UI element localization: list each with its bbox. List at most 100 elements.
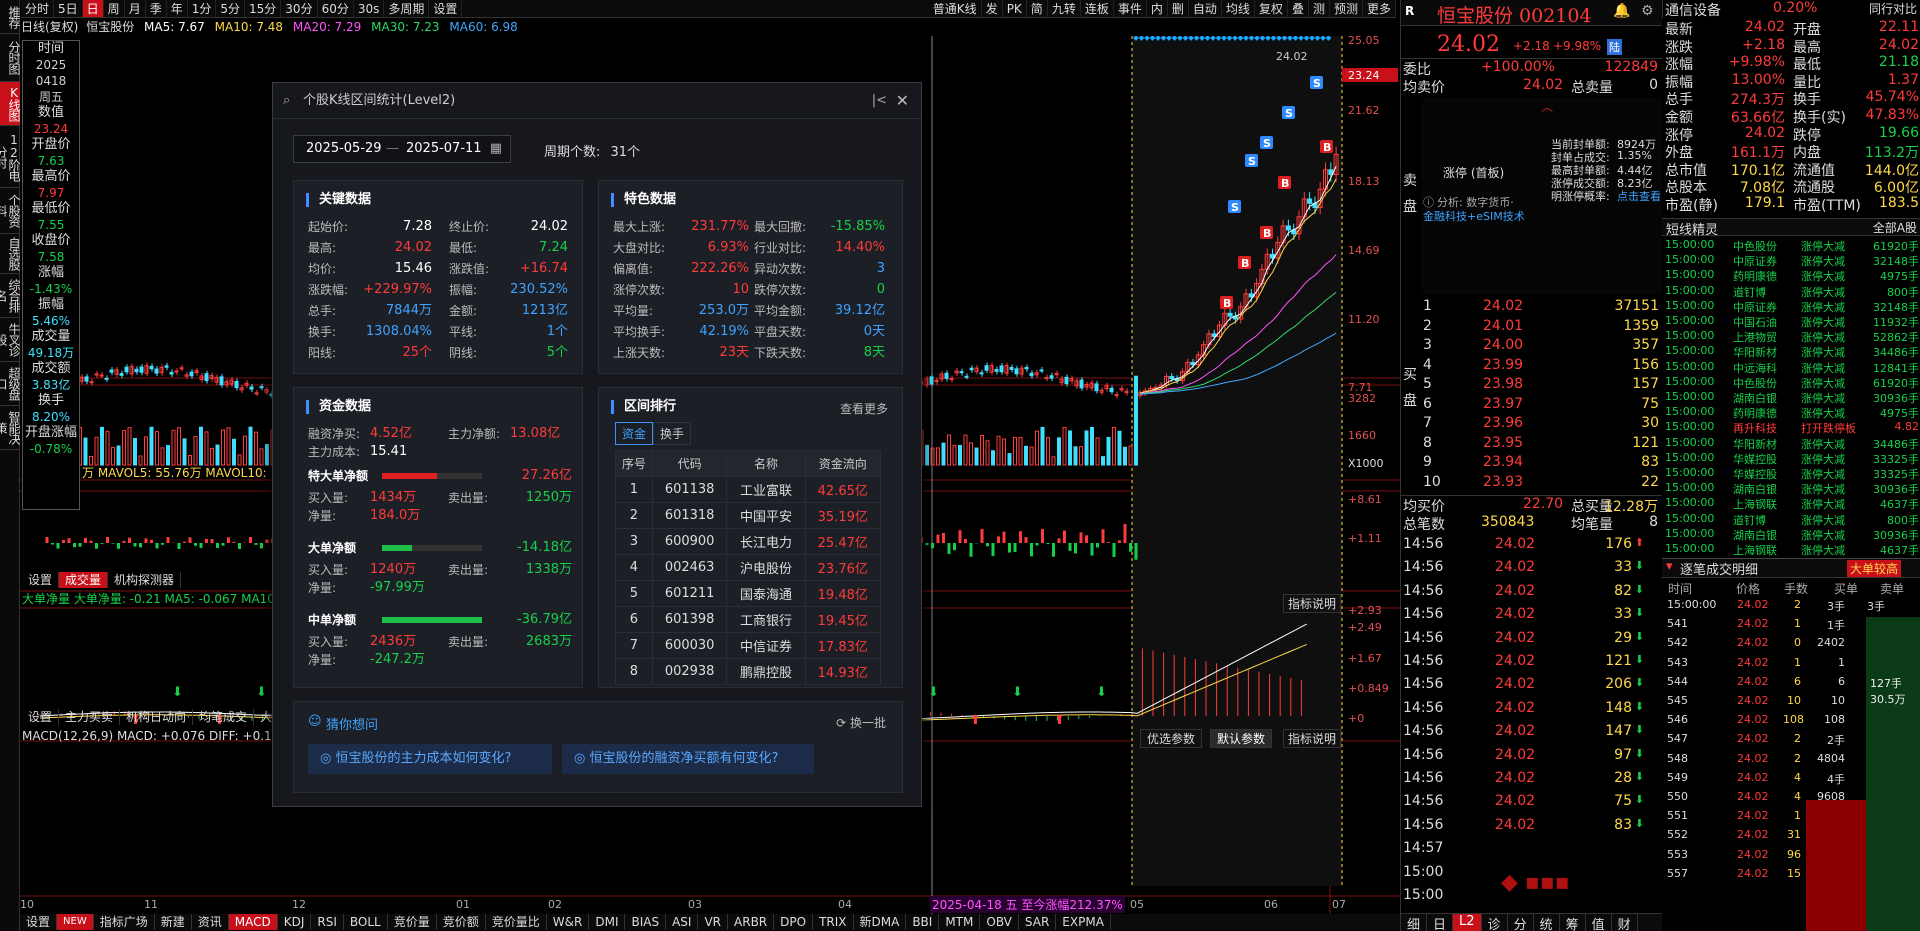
news-row[interactable]: 15:00:00 华媒控股 涨停大减 33325手 (1663, 451, 1920, 466)
rank-tab-turnover[interactable]: 换手 (653, 422, 692, 445)
view-more-link[interactable]: 查看更多 (840, 400, 888, 417)
quote-tab-7[interactable]: 值 (1586, 914, 1612, 931)
refresh-button[interactable]: ⟳ 换一批 (836, 714, 886, 731)
bottomtabs-7[interactable]: RSI (311, 914, 344, 930)
alert-icon[interactable]: 🔔 (1613, 3, 1630, 19)
period-1[interactable]: 5日 (54, 0, 83, 17)
period-11[interactable]: 60分 (318, 0, 354, 17)
rank-row[interactable]: 2 601318 中国平安 35.19亿 (615, 502, 882, 529)
voltabs-0[interactable]: 设置 (22, 572, 60, 588)
bottomtabs-10[interactable]: 竞价额 (437, 914, 486, 930)
quote-tab-8[interactable]: 财 (1612, 914, 1638, 931)
period-0[interactable]: 分时 (21, 0, 55, 17)
bottomtabs-20[interactable]: 新DMA (854, 914, 907, 930)
bottomtabs-14[interactable]: BIAS (625, 914, 667, 930)
bottomtabs-15[interactable]: ASI (666, 914, 699, 930)
bottomtabs-25[interactable]: EXPMA (1056, 914, 1111, 930)
bottomtabs-22[interactable]: MTM (939, 914, 981, 930)
peer-compare-button[interactable]: 同行对比 (1869, 0, 1917, 17)
rank-row[interactable]: 4 002463 沪电股份 23.76亿 (615, 554, 882, 581)
news-row[interactable]: 15:00:00 药明康德 涨停大减 4975手 (1663, 405, 1920, 420)
news-row[interactable]: 15:00:00 道钉博 涨停大减 800手 (1663, 512, 1920, 527)
rank-row[interactable]: 8 002938 鹏鼎控股 14.93亿 (615, 658, 882, 685)
bottomtabs-17[interactable]: ARBR (728, 914, 775, 930)
vtab-8[interactable]: 超级盘口 (0, 362, 20, 406)
vtab-2[interactable]: K线图 (0, 82, 20, 126)
news-row[interactable]: 15:00:00 中国石油 涨停大减 11932手 (1663, 314, 1920, 329)
bottomtabs-24[interactable]: SAR (1019, 914, 1057, 930)
period-4[interactable]: 月 (125, 0, 146, 17)
news-row[interactable]: 15:00:00 中远海科 涨停大减 12841手 (1663, 360, 1920, 375)
tool-1[interactable]: 发 (982, 0, 1003, 17)
tool-13[interactable]: 测 (1309, 0, 1330, 17)
indtabs-1[interactable]: 主力买卖 (59, 709, 121, 725)
vtab-5[interactable]: 自选股 (0, 234, 20, 274)
news-row[interactable]: 15:00:00 湖南白银 涨停大减 30936手 (1663, 390, 1920, 405)
tool-0[interactable]: 普通K线 (929, 0, 982, 17)
bottomtabs-13[interactable]: DMI (589, 914, 626, 930)
date-range-picker[interactable]: 2025-05-29 — 2025-07-11 ▦ (293, 135, 511, 163)
bottomtabs-19[interactable]: TRIX (813, 914, 854, 930)
bid-row[interactable]: 4 23.99 156 (1421, 357, 1661, 375)
bid-row[interactable]: 10 23.93 22 (1421, 474, 1661, 492)
news-row[interactable]: 15:00:00 中色股份 涨停大减 61920手 (1663, 375, 1920, 390)
period-14[interactable]: 设置 (429, 0, 463, 17)
voltabs-1[interactable]: 成交量 (59, 572, 109, 588)
optimal-params-button[interactable]: 优选参数 (1140, 729, 1203, 748)
news-filter-button[interactable]: 全部A股 (1873, 219, 1917, 236)
vtab-3[interactable]: 12阶电分时 (0, 126, 20, 188)
news-row[interactable]: 15:00:00 上港物贸 涨停大减 52862手 (1663, 329, 1920, 344)
period-5[interactable]: 季 (146, 0, 167, 17)
rank-row[interactable]: 3 600900 长江电力 25.47亿 (615, 528, 882, 555)
bottomtabs-16[interactable]: VR (698, 914, 729, 930)
rank-row[interactable]: 7 600030 中信证券 17.83亿 (615, 632, 882, 659)
bid-row[interactable]: 2 24.01 1359 (1421, 318, 1661, 336)
indtabs-3[interactable]: 均笔成交 (193, 709, 255, 725)
bid-row[interactable]: 9 23.94 83 (1421, 454, 1661, 472)
bid-row[interactable]: 3 24.00 357 (1421, 337, 1661, 355)
news-row[interactable]: 15:00:00 上海钢联 涨停大减 4637手 (1663, 496, 1920, 511)
bottomtabs-6[interactable]: KDJ (278, 914, 312, 930)
calendar-icon[interactable]: ▦ (490, 136, 502, 162)
indicator-explain-button-1[interactable]: 指标说明 (1283, 594, 1342, 613)
bottomtabs-11[interactable]: 竞价量比 (486, 914, 547, 930)
tool-5[interactable]: 连板 (1081, 0, 1114, 17)
news-row[interactable]: 15:00:00 药明康德 涨停大减 4975手 (1663, 268, 1920, 283)
rank-row[interactable]: 1 601138 工业富联 42.65亿 (615, 476, 882, 503)
period-7[interactable]: 1分 (188, 0, 217, 17)
tool-15[interactable]: 更多 (1363, 0, 1396, 17)
news-row[interactable]: 15:00:00 上海钢联 涨停大减 4637手 (1663, 542, 1920, 557)
collapse-arrow-icon[interactable]: ︿ (1541, 98, 1553, 115)
tool-10[interactable]: 均线 (1222, 0, 1255, 17)
quote-tab-4[interactable]: 分 (1508, 914, 1534, 931)
big-order-button[interactable]: 大单较高 (1846, 560, 1901, 577)
close-icon[interactable]: ✕ (896, 83, 909, 119)
default-params-button[interactable]: 默认参数 (1210, 729, 1273, 748)
tool-2[interactable]: PK (1003, 0, 1027, 17)
bid-row[interactable]: 8 23.95 121 (1421, 435, 1661, 453)
bottomtabs-21[interactable]: BBI (906, 914, 940, 930)
question-button-1[interactable]: ◎ 恒宝股份的主力成本如何变化? (308, 744, 552, 774)
voltabs-2[interactable]: 机构探测器 (108, 572, 182, 588)
news-row[interactable]: 15:00:00 再升科技 打开跌停板 4.82 (1663, 420, 1920, 435)
rank-tab-fund[interactable]: 资金 (615, 422, 654, 445)
bottomtabs-1[interactable]: NEW (57, 914, 94, 930)
indtabs-2[interactable]: 机构日动向 (120, 709, 194, 725)
news-row[interactable]: 15:00:00 中原证券 涨停大减 32148手 (1663, 299, 1920, 314)
bottomtabs-5[interactable]: MACD (228, 914, 278, 930)
quote-tab-2[interactable]: L2 (1453, 914, 1482, 931)
rank-row[interactable]: 6 601398 工商银行 19.45亿 (615, 606, 882, 633)
bottomtabs-2[interactable]: 指标广场 (94, 914, 155, 930)
news-row[interactable]: 15:00:00 湖南白银 涨停大减 30936手 (1663, 527, 1920, 542)
tool-7[interactable]: 内 (1147, 0, 1168, 17)
quote-tab-3[interactable]: 诊 (1482, 914, 1508, 931)
news-row[interactable]: 15:00:00 华阳新材 涨停大减 34486手 (1663, 436, 1920, 451)
period-6[interactable]: 年 (167, 0, 188, 17)
limit-info-value-4[interactable]: 点击查看 (1617, 188, 1661, 204)
question-button-2[interactable]: ◎ 恒宝股份的融资净买额有何变化? (562, 744, 814, 774)
news-row[interactable]: 15:00:00 湖南白银 涨停大减 30936手 (1663, 481, 1920, 496)
bottomtabs-3[interactable]: 新建 (155, 914, 192, 930)
quote-tab-6[interactable]: 筹 (1560, 914, 1586, 931)
bid-row[interactable]: 7 23.96 30 (1421, 415, 1661, 433)
quote-tab-0[interactable]: 细 (1401, 914, 1428, 931)
